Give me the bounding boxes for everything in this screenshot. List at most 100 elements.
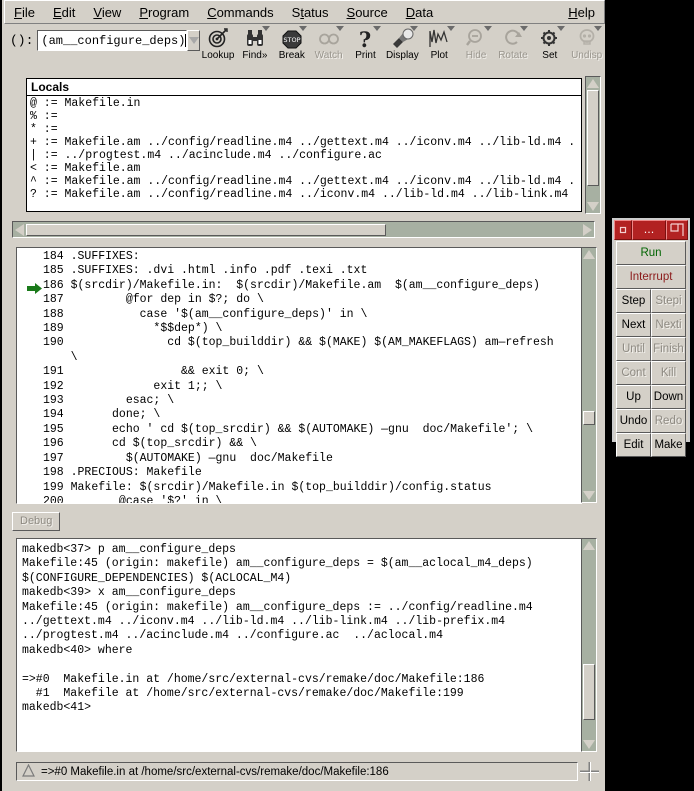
- scroll-up-arrow-icon[interactable]: [583, 250, 595, 259]
- scrollbar-thumb[interactable]: [587, 90, 599, 186]
- breakpoint-gutter[interactable]: [17, 248, 43, 503]
- source-line[interactable]: 198 .PRECIOUS: Makefile: [43, 466, 579, 480]
- debugger-console-pane: makedb<37> p am__configure_deps Makefile:…: [12, 534, 601, 756]
- menu-arrow-icon: [262, 26, 271, 31]
- source-line[interactable]: 188 case '$(am__configure_deps)' in \: [43, 308, 579, 322]
- debug-button[interactable]: Debug: [12, 512, 61, 531]
- source-pane-vertical-scrollbar[interactable]: [581, 247, 597, 503]
- source-line[interactable]: 185 .SUFFIXES: .dvi .html .info .pdf .te…: [43, 264, 579, 278]
- toolbar-watch-button[interactable]: Watch: [310, 25, 347, 65]
- scrollbar-thumb[interactable]: [583, 664, 595, 720]
- source-line[interactable]: 189 *$$dep*) \: [43, 322, 579, 336]
- toolbar-plot-label: Plot: [430, 50, 448, 61]
- menu-arrow-icon: [557, 26, 566, 31]
- source-line[interactable]: 184 .SUFFIXES:: [43, 250, 579, 264]
- argument-dropdown-button[interactable]: [187, 30, 200, 51]
- scroll-up-arrow-icon[interactable]: [587, 79, 599, 88]
- command-button-edit[interactable]: Edit: [616, 433, 651, 457]
- menu-status[interactable]: Status: [283, 3, 338, 22]
- scroll-right-arrow-icon[interactable]: [583, 223, 592, 236]
- console-window[interactable]: makedb<37> p am__configure_deps Makefile:…: [16, 538, 582, 752]
- scrollbar-track-upper[interactable]: [583, 552, 595, 664]
- source-line[interactable]: 200 @case '$?' in \: [43, 494, 579, 504]
- menu-edit[interactable]: Edit: [44, 3, 84, 22]
- source-line[interactable]: \: [43, 351, 579, 365]
- locals-window[interactable]: Locals @ := Makefile.in% := * := + := Make…: [26, 78, 582, 212]
- command-button-interrupt[interactable]: Interrupt: [616, 265, 686, 289]
- resize-grip-icon[interactable]: [580, 762, 599, 781]
- console-vertical-scrollbar[interactable]: [581, 538, 597, 752]
- menu-program[interactable]: Program: [130, 3, 198, 22]
- scroll-up-arrow-icon[interactable]: [583, 541, 595, 550]
- scrollbar-track[interactable]: [587, 186, 599, 200]
- menu-file[interactable]: File: [5, 3, 44, 22]
- line-number: 193: [43, 394, 71, 408]
- toolbar-find-button[interactable]: Find»: [236, 25, 273, 65]
- toolbar-display-button[interactable]: Display: [384, 25, 421, 65]
- command-button-up[interactable]: Up: [616, 385, 651, 409]
- menu-data[interactable]: Data: [397, 3, 442, 22]
- scrollbar-track-lower[interactable]: [583, 425, 595, 489]
- menu-source[interactable]: Source: [338, 3, 397, 22]
- toolbar-hide-label: Hide: [465, 50, 487, 61]
- toolbar-rotate-label: Rotate: [498, 50, 528, 61]
- scroll-down-arrow-icon[interactable]: [583, 740, 595, 749]
- minimize-icon[interactable]: [614, 220, 632, 240]
- command-button-run[interactable]: Run: [616, 241, 686, 265]
- toolbar-set-button[interactable]: Set: [531, 25, 568, 65]
- toolbar-plot-button[interactable]: Plot: [421, 25, 458, 65]
- argument-input[interactable]: (am__configure_deps): [37, 30, 188, 51]
- scrollbar-track-upper[interactable]: [583, 261, 595, 411]
- locals-title: Locals: [27, 79, 581, 96]
- source-line[interactable]: 196 cd $(top_srcdir) && \: [43, 437, 579, 451]
- source-line[interactable]: 190 cd $(top_builddir) && $(MAKE) $(AM_M…: [43, 336, 579, 350]
- scrollbar-thumb[interactable]: [26, 223, 386, 236]
- command-button-make[interactable]: Make: [651, 433, 686, 457]
- source-line[interactable]: 191 && exit 0; \: [43, 365, 579, 379]
- current-line-arrow-icon: [27, 280, 43, 294]
- scrollbar-track-lower[interactable]: [583, 720, 595, 738]
- toolbar-print-button[interactable]: ? Print: [347, 25, 384, 65]
- source-line[interactable]: 192 exit 1;; \: [43, 380, 579, 394]
- command-button-down[interactable]: Down: [651, 385, 686, 409]
- toolbar-break-button[interactable]: STOP Break: [273, 25, 310, 65]
- source-line-text: && exit 0; \: [70, 365, 264, 379]
- source-line[interactable]: 186 $(srcdir)/Makefile.in: $(srcdir)/Mak…: [43, 279, 579, 293]
- source-line[interactable]: 193 esac; \: [43, 394, 579, 408]
- command-button-label: Next: [621, 319, 646, 331]
- menu-help[interactable]: Help: [559, 3, 604, 22]
- command-button-next[interactable]: Next: [616, 313, 651, 337]
- console-line: Makefile:45 (origin: makefile) am__confi…: [22, 600, 533, 614]
- scrollbar-thumb[interactable]: [583, 411, 595, 425]
- source-line[interactable]: 194 done; \: [43, 408, 579, 422]
- scroll-down-arrow-icon[interactable]: [587, 202, 599, 211]
- toolbar-lookup-label: Lookup: [201, 50, 235, 61]
- menu-commands[interactable]: Commands: [198, 3, 282, 22]
- toolbar-lookup-button[interactable]: Lookup: [200, 25, 237, 65]
- command-button-undo[interactable]: Undo: [616, 409, 651, 433]
- command-tool-titlebar[interactable]: ...: [614, 220, 688, 240]
- command-button-step[interactable]: Step: [616, 289, 651, 313]
- line-number: 191: [43, 365, 71, 379]
- console-line: Makefile:45 (origin: makefile) am__confi…: [22, 557, 533, 571]
- source-line[interactable]: 199 Makefile: $(srcdir)/Makefile.in $(to…: [43, 481, 579, 495]
- window-menu-button[interactable]: ...: [632, 220, 666, 240]
- data-pane-horizontal-scrollbar[interactable]: [12, 221, 595, 238]
- scroll-left-arrow-icon[interactable]: [15, 223, 24, 236]
- menu-view[interactable]: View: [84, 3, 130, 22]
- source-line[interactable]: 187 @for dep in $?; do \: [43, 293, 579, 307]
- source-line[interactable]: 195 echo ' cd $(top_srcdir) && $(AUTOMAK…: [43, 423, 579, 437]
- locals-line: @ := Makefile.in: [30, 97, 141, 110]
- source-window[interactable]: 184 .SUFFIXES: 185 .SUFFIXES: .dvi .html …: [16, 247, 582, 504]
- data-pane-vertical-scrollbar[interactable]: [585, 76, 601, 214]
- toolbar-undisplay-button[interactable]: Undisp: [568, 25, 605, 65]
- source-line[interactable]: 197 $(AUTOMAKE) —gnu doc/Makefile: [43, 452, 579, 466]
- warning-triangle-icon: [22, 762, 35, 781]
- maximize-icon[interactable]: [666, 220, 688, 240]
- toolbar-rotate-button[interactable]: Rotate: [495, 25, 532, 65]
- line-number: 190: [43, 336, 71, 350]
- toolbar-hide-button[interactable]: Hide: [458, 25, 495, 65]
- source-line-text: @case '$?' in \: [70, 494, 223, 504]
- scroll-down-arrow-icon[interactable]: [583, 491, 595, 500]
- line-number: 192: [43, 379, 71, 393]
